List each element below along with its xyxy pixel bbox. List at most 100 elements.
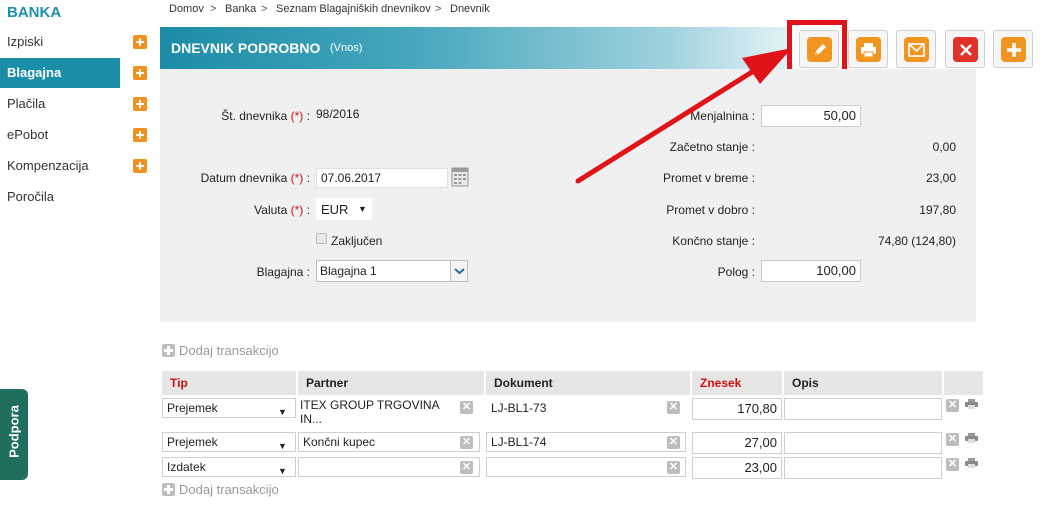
add-transaction-link[interactable]: Dodaj transakcijo bbox=[162, 343, 279, 358]
type-select[interactable]: Prejemek ▼ bbox=[162, 398, 296, 418]
printer-icon[interactable] bbox=[965, 458, 978, 468]
sidebar-item-epobot[interactable]: ePobot bbox=[0, 120, 120, 150]
printer-icon bbox=[856, 37, 881, 62]
delete-row-icon[interactable]: ✕ bbox=[946, 399, 959, 412]
clear-icon[interactable]: ✕ bbox=[667, 461, 680, 474]
add-transaction-label: Dodaj transakcijo bbox=[179, 343, 279, 358]
description-field[interactable] bbox=[784, 398, 942, 420]
page-title: DNEVNIK PODROBNO bbox=[171, 40, 321, 56]
print-button[interactable] bbox=[848, 30, 888, 68]
closing-balance-value: 74,80 (124,80) bbox=[877, 234, 956, 248]
clear-icon[interactable]: ✕ bbox=[460, 436, 473, 449]
column-header-partner: Partner bbox=[298, 371, 484, 395]
journal-number-label: Št. dnevnika (*) : bbox=[221, 109, 310, 123]
closed-checkbox[interactable] bbox=[316, 233, 327, 244]
document-field[interactable]: LJ-BL1-74 bbox=[486, 432, 686, 452]
delete-row-icon[interactable]: ✕ bbox=[946, 433, 959, 446]
sidebar-item-label: ePobot bbox=[7, 127, 49, 142]
amount-field[interactable]: 170,80 bbox=[692, 398, 782, 420]
journal-number-value: 98/2016 bbox=[316, 107, 360, 121]
plus-icon[interactable] bbox=[133, 35, 147, 49]
credit-value: 197,80 bbox=[919, 203, 956, 217]
sidebar-item-label: Blagajna bbox=[7, 65, 62, 80]
journal-date-field[interactable]: 07.06.2017 bbox=[316, 168, 448, 188]
description-field[interactable] bbox=[784, 432, 942, 454]
sidebar-item-kompenzacija[interactable]: Kompenzacija bbox=[0, 151, 120, 181]
amount-field[interactable]: 23,00 bbox=[692, 457, 782, 479]
description-field[interactable] bbox=[784, 457, 942, 479]
plus-icon[interactable] bbox=[133, 128, 147, 142]
highlight-box bbox=[787, 20, 847, 76]
chevron-down-icon: ▼ bbox=[278, 407, 287, 417]
column-header-type: Tip bbox=[162, 371, 296, 395]
opening-balance-value: 0,00 bbox=[932, 140, 956, 154]
printer-icon[interactable] bbox=[965, 399, 978, 409]
clear-icon[interactable]: ✕ bbox=[460, 401, 473, 414]
exchange-field[interactable]: 50,00 bbox=[761, 105, 861, 127]
plus-icon[interactable] bbox=[133, 66, 147, 80]
debit-label: Promet v breme : bbox=[662, 171, 755, 185]
closing-balance-label: Končno stanje : bbox=[672, 234, 755, 248]
sidebar-item-izpiski[interactable]: Izpiski bbox=[0, 27, 120, 57]
email-button[interactable] bbox=[896, 30, 936, 68]
type-select[interactable]: Prejemek ▼ bbox=[162, 432, 296, 452]
sidebar-item-label: Poročila bbox=[7, 189, 54, 204]
breadcrumb-item[interactable]: Banka bbox=[225, 3, 256, 15]
amount-field[interactable]: 27,00 bbox=[692, 432, 782, 454]
sidebar-item-blagajna[interactable]: Blagajna bbox=[0, 58, 120, 88]
add-button[interactable] bbox=[993, 30, 1033, 68]
clear-icon[interactable]: ✕ bbox=[667, 401, 680, 414]
plus-icon bbox=[162, 344, 175, 357]
breadcrumb-item[interactable]: Seznam Blagajniških dnevnikov bbox=[276, 3, 431, 15]
support-tab[interactable]: Podpora bbox=[0, 389, 28, 480]
document-field[interactable] bbox=[486, 457, 686, 477]
sidebar-item-placila[interactable]: Plačila bbox=[0, 89, 120, 119]
partner-field[interactable]: Končni kupec bbox=[298, 432, 480, 452]
column-header-document: Dokument bbox=[486, 371, 690, 395]
deposit-field[interactable]: 100,00 bbox=[761, 260, 861, 282]
support-tab-label: Podpora bbox=[6, 405, 22, 458]
cashbox-select-value: Blagajna 1 bbox=[320, 264, 377, 278]
close-button[interactable] bbox=[945, 30, 985, 68]
sidebar-item-label: Kompenzacija bbox=[7, 158, 89, 173]
plus-icon[interactable] bbox=[133, 159, 147, 173]
column-header-description: Opis bbox=[784, 371, 942, 395]
cashbox-label: Blagajna : bbox=[256, 265, 310, 279]
chevron-down-icon: ▼ bbox=[278, 466, 287, 476]
credit-label: Promet v dobro : bbox=[666, 203, 755, 217]
partner-field[interactable] bbox=[298, 457, 480, 477]
currency-select[interactable]: EUR ▼ bbox=[316, 198, 372, 220]
exchange-label: Menjalnina : bbox=[690, 109, 755, 123]
sidebar-item-porocila[interactable]: Poročila bbox=[0, 182, 120, 212]
currency-label: Valuta (*) : bbox=[254, 203, 310, 217]
breadcrumb-separator: > bbox=[261, 3, 268, 15]
breadcrumb-item: Dnevnik bbox=[450, 3, 490, 15]
type-select[interactable]: Izdatek ▼ bbox=[162, 457, 296, 477]
partner-field[interactable]: ITEX GROUP TRGOVINA IN... bbox=[298, 398, 478, 428]
journal-date-label: Datum dnevnika (*) : bbox=[200, 171, 310, 185]
sidebar-item-label: Izpiski bbox=[7, 34, 44, 49]
delete-row-icon[interactable]: ✕ bbox=[946, 458, 959, 471]
deposit-label: Polog : bbox=[717, 265, 755, 279]
sidebar-item-label: Plačila bbox=[7, 96, 46, 111]
clear-icon[interactable]: ✕ bbox=[460, 461, 473, 474]
chevron-down-icon: ▼ bbox=[358, 204, 367, 214]
add-transaction-link[interactable]: Dodaj transakcijo bbox=[162, 482, 279, 497]
sidebar-brand: BANKA bbox=[7, 4, 62, 21]
chevron-down-icon bbox=[450, 261, 467, 281]
chevron-down-icon: ▼ bbox=[278, 441, 287, 451]
plus-icon[interactable] bbox=[133, 97, 147, 111]
breadcrumb-item[interactable]: Domov bbox=[169, 3, 204, 15]
add-transaction-label: Dodaj transakcijo bbox=[179, 482, 279, 497]
document-field[interactable]: LJ-BL1-73 bbox=[486, 398, 686, 418]
currency-select-value: EUR bbox=[321, 202, 349, 217]
sidebar: BANKA Izpiski Blagajna Plačila ePobot Ko… bbox=[0, 0, 150, 506]
envelope-icon bbox=[904, 37, 929, 62]
printer-icon[interactable] bbox=[965, 433, 978, 443]
debit-value: 23,00 bbox=[925, 171, 956, 185]
calendar-icon[interactable] bbox=[451, 166, 469, 188]
opening-balance-label: Začetno stanje : bbox=[669, 140, 755, 154]
cashbox-select[interactable]: Blagajna 1 bbox=[316, 260, 468, 282]
breadcrumb-separator: > bbox=[435, 3, 442, 15]
clear-icon[interactable]: ✕ bbox=[667, 436, 680, 449]
